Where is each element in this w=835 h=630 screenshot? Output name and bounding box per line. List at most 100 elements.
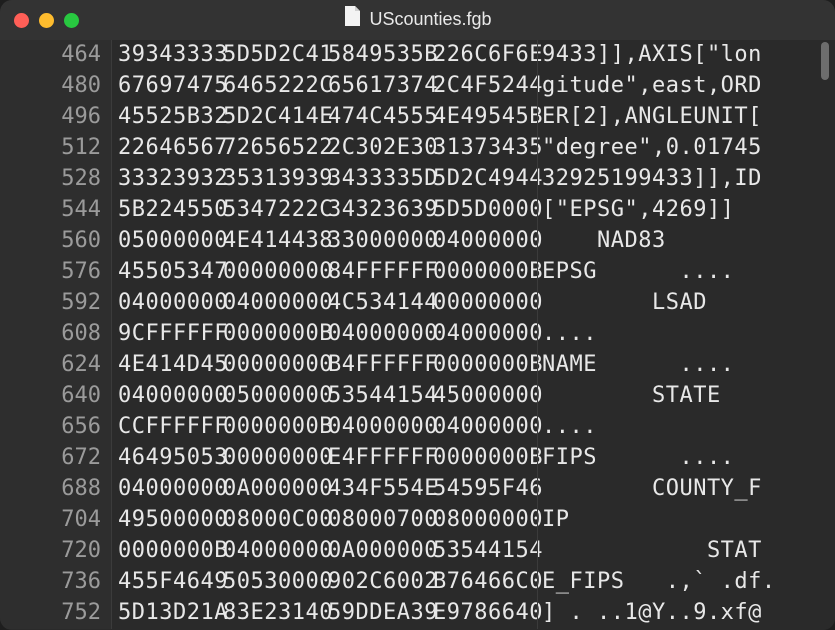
hex-word[interactable]: 84FFFFFF <box>328 257 433 288</box>
hex-word[interactable]: 474C4555 <box>328 102 433 133</box>
hex-row[interactable]: 59204000000040000004C53414400000000 LSAD <box>0 288 835 319</box>
hex-word[interactable]: B76466C0 <box>433 567 538 598</box>
hex-word[interactable]: 04000000 <box>433 226 538 257</box>
hex-row[interactable]: 7200000000B040000000A00000053544154 STAT <box>0 536 835 567</box>
hex-cell[interactable]: 4950000008000C000800070008000000 <box>112 505 537 536</box>
hex-cell[interactable]: 4649505300000000E4FFFFFF0000000B <box>112 443 537 474</box>
hex-word[interactable]: 9CFFFFFF <box>118 319 223 350</box>
ascii-cell[interactable]: gitude",east,ORD <box>537 71 835 102</box>
hex-row[interactable]: 5445B2245505347222C343236395D5D0000["EPS… <box>0 195 835 226</box>
hex-word[interactable]: 04000000 <box>223 536 328 567</box>
close-icon[interactable] <box>14 13 29 28</box>
hex-word[interactable]: 2C4F5244 <box>433 71 538 102</box>
hex-word[interactable]: 54595F46 <box>433 474 538 505</box>
hex-row[interactable]: 688040000000A000000434F554E54595F46 COUN… <box>0 474 835 505</box>
hex-cell[interactable]: 050000004E4144383300000004000000 <box>112 226 537 257</box>
hex-row[interactable]: 51222646567726565222C302E3031373435"degr… <box>0 133 835 164</box>
hex-word[interactable]: 5D5D2C41 <box>223 40 328 71</box>
hex-cell[interactable]: 04000000040000004C53414400000000 <box>112 288 537 319</box>
hex-word[interactable]: 0A000000 <box>223 474 328 505</box>
hex-row[interactable]: 464393433335D5D2C415849535B226C6F6E9433]… <box>0 40 835 71</box>
hex-word[interactable]: 0000000B <box>433 350 538 381</box>
hex-word[interactable]: CCFFFFFF <box>118 412 223 443</box>
hex-content[interactable]: 464393433335D5D2C415849535B226C6F6E9433]… <box>0 40 835 630</box>
hex-word[interactable]: 4E414D45 <box>118 350 223 381</box>
hex-word[interactable]: 902C6002 <box>328 567 433 598</box>
hex-row[interactable]: 656CCFFFFFF0000000B0400000004000000.... <box>0 412 835 443</box>
hex-cell[interactable]: 4E414D4500000000B4FFFFFF0000000B <box>112 350 537 381</box>
hex-word[interactable]: 04000000 <box>328 412 433 443</box>
ascii-cell[interactable]: LSAD <box>537 288 835 319</box>
hex-word[interactable]: 33323932 <box>118 164 223 195</box>
hex-word[interactable]: 34323639 <box>328 195 433 226</box>
hex-word[interactable]: 5849535B <box>328 40 433 71</box>
hex-word[interactable]: 455F4649 <box>118 567 223 598</box>
hex-cell[interactable]: 04000000050000005354415445000000 <box>112 381 537 412</box>
hex-word[interactable]: 53544154 <box>433 536 538 567</box>
hex-word[interactable]: 04000000 <box>223 288 328 319</box>
hex-cell[interactable]: 040000000A000000434F554E54595F46 <box>112 474 537 505</box>
hex-cell[interactable]: CCFFFFFF0000000B0400000004000000 <box>112 412 537 443</box>
hex-row[interactable]: 480676974756465222C656173742C4F5244gitud… <box>0 71 835 102</box>
minimize-icon[interactable] <box>39 13 54 28</box>
ascii-cell[interactable]: COUNTY_F <box>537 474 835 505</box>
hex-row[interactable]: 7525D13D21A83E2314059DDEA39E9786640] . .… <box>0 598 835 629</box>
ascii-cell[interactable]: ["EPSG",4269]] <box>537 195 835 226</box>
hex-word[interactable]: 04000000 <box>118 288 223 319</box>
hex-word[interactable]: 05000000 <box>118 226 223 257</box>
hex-word[interactable]: 5D2C4944 <box>433 164 538 195</box>
hex-word[interactable]: 45000000 <box>433 381 538 412</box>
hex-word[interactable]: E4FFFFFF <box>328 443 433 474</box>
hex-word[interactable]: 3433335D <box>328 164 433 195</box>
ascii-cell[interactable]: .... <box>537 319 835 350</box>
hex-word[interactable]: 04000000 <box>118 381 223 412</box>
hex-row[interactable]: 736455F464950530000902C6002B76466C0E_FIP… <box>0 567 835 598</box>
hex-word[interactable]: 35313939 <box>223 164 328 195</box>
ascii-cell[interactable]: 32925199433]],ID <box>537 164 835 195</box>
hex-word[interactable]: 83E23140 <box>223 598 328 629</box>
hex-word[interactable]: 08000000 <box>433 505 538 536</box>
hex-word[interactable]: 0000000B <box>223 319 328 350</box>
hex-word[interactable]: 00000000 <box>433 288 538 319</box>
ascii-cell[interactable]: ] . ..1@Y..9.xf@ <box>537 598 835 629</box>
hex-word[interactable]: 50530000 <box>223 567 328 598</box>
hex-row[interactable]: 49645525B325D2C414E474C45554E49545BER[2]… <box>0 102 835 133</box>
scrollbar-track[interactable] <box>820 42 832 630</box>
hex-cell[interactable]: 22646567726565222C302E3031373435 <box>112 133 537 164</box>
hex-word[interactable]: 5D2C414E <box>223 102 328 133</box>
ascii-cell[interactable]: STAT <box>537 536 835 567</box>
hex-word[interactable]: 0000000B <box>118 536 223 567</box>
hex-row[interactable]: 7044950000008000C000800070008000000IP <box>0 505 835 536</box>
hex-word[interactable]: 0000000B <box>433 443 538 474</box>
hex-word[interactable]: 72656522 <box>223 133 328 164</box>
hex-word[interactable]: 22646567 <box>118 133 223 164</box>
hex-word[interactable]: 04000000 <box>433 412 538 443</box>
hex-cell[interactable]: 33323932353139393433335D5D2C4944 <box>112 164 537 195</box>
ascii-cell[interactable]: FIPS .... <box>537 443 835 474</box>
ascii-cell[interactable]: EPSG .... <box>537 257 835 288</box>
hex-word[interactable]: 2C302E30 <box>328 133 433 164</box>
hex-word[interactable]: 0000000B <box>433 257 538 288</box>
hex-word[interactable]: 53544154 <box>328 381 433 412</box>
scrollbar-thumb[interactable] <box>821 42 829 80</box>
hex-word[interactable]: 59DDEA39 <box>328 598 433 629</box>
hex-word[interactable]: 5347222C <box>223 195 328 226</box>
ascii-cell[interactable]: 9433]],AXIS["lon <box>537 40 835 71</box>
hex-word[interactable]: 00000000 <box>223 257 328 288</box>
hex-word[interactable]: 00000000 <box>223 443 328 474</box>
hex-word[interactable]: 4E49545B <box>433 102 538 133</box>
hex-word[interactable]: B4FFFFFF <box>328 350 433 381</box>
hex-cell[interactable]: 676974756465222C656173742C4F5244 <box>112 71 537 102</box>
hex-word[interactable]: 04000000 <box>433 319 538 350</box>
hex-word[interactable]: 00000000 <box>223 350 328 381</box>
hex-word[interactable]: E9786640 <box>433 598 538 629</box>
hex-word[interactable]: 67697475 <box>118 71 223 102</box>
hex-cell[interactable]: 455F464950530000902C6002B76466C0 <box>112 567 537 598</box>
hex-word[interactable]: 31373435 <box>433 133 538 164</box>
hex-word[interactable]: 45525B32 <box>118 102 223 133</box>
hex-word[interactable]: 226C6F6E <box>433 40 538 71</box>
hex-cell[interactable]: 5D13D21A83E2314059DDEA39E9786640 <box>112 598 537 629</box>
hex-row[interactable]: 6724649505300000000E4FFFFFF0000000BFIPS … <box>0 443 835 474</box>
ascii-cell[interactable]: NAME .... <box>537 350 835 381</box>
hex-cell[interactable]: 5B2245505347222C343236395D5D0000 <box>112 195 537 226</box>
